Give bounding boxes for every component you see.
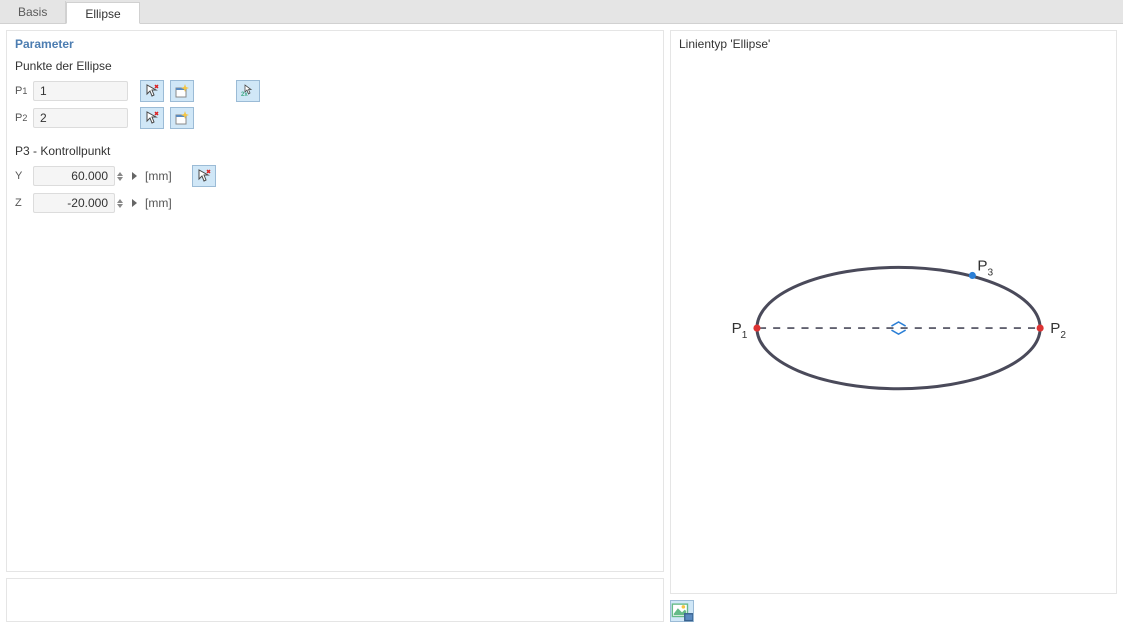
p2-input[interactable]: 2 bbox=[33, 108, 128, 128]
z-menu-icon[interactable] bbox=[129, 194, 139, 212]
svg-text:3: 3 bbox=[988, 267, 994, 278]
parameter-panel: Parameter Punkte der Ellipse P1 1 2x bbox=[6, 30, 664, 572]
image-tool-icon[interactable] bbox=[670, 600, 694, 622]
z-label: Z bbox=[15, 197, 33, 209]
ellipse-preview: P1 P2 P3 bbox=[671, 55, 1116, 601]
z-spinner[interactable] bbox=[117, 194, 127, 212]
control-header: P3 - Kontrollpunkt bbox=[15, 144, 655, 158]
new-point-icon[interactable] bbox=[170, 80, 194, 102]
points-header: Punkte der Ellipse bbox=[15, 59, 655, 73]
right-column: Linientyp 'Ellipse' P1 P2 P3 bbox=[670, 30, 1117, 622]
y-unit: [mm] bbox=[145, 169, 172, 183]
new-point-icon[interactable] bbox=[170, 107, 194, 129]
svg-text:2x: 2x bbox=[241, 92, 248, 98]
pick-point-icon[interactable] bbox=[140, 80, 164, 102]
svg-text:P: P bbox=[732, 320, 742, 337]
svg-text:P: P bbox=[1050, 320, 1060, 337]
p2-label: P2 bbox=[15, 112, 33, 124]
preview-panel: Linientyp 'Ellipse' P1 P2 P3 bbox=[670, 30, 1117, 594]
p1-label: P1 bbox=[15, 85, 33, 97]
y-spinner[interactable] bbox=[117, 167, 127, 185]
p1-row: P1 1 2x bbox=[15, 79, 655, 103]
z-input[interactable]: -20.000 bbox=[33, 193, 115, 213]
tab-bar: Basis Ellipse bbox=[0, 0, 1123, 24]
p1-input[interactable]: 1 bbox=[33, 81, 128, 101]
preview-title: Linientyp 'Ellipse' bbox=[679, 37, 1108, 51]
svg-text:P: P bbox=[977, 257, 987, 274]
z-unit: [mm] bbox=[145, 196, 172, 210]
lower-empty-panel bbox=[6, 578, 664, 622]
y-input[interactable]: 60.000 bbox=[33, 166, 115, 186]
duplicate-pick-icon[interactable]: 2x bbox=[236, 80, 260, 102]
p2-row: P2 2 bbox=[15, 106, 655, 130]
z-row: Z -20.000 [mm] bbox=[15, 191, 655, 215]
tab-basis[interactable]: Basis bbox=[0, 1, 66, 23]
tab-ellipse[interactable]: Ellipse bbox=[66, 2, 139, 24]
svg-text:1: 1 bbox=[742, 330, 748, 341]
pick-point-icon[interactable] bbox=[140, 107, 164, 129]
y-row: Y 60.000 [mm] bbox=[15, 164, 655, 188]
y-label: Y bbox=[15, 170, 33, 182]
pick-point-icon[interactable] bbox=[192, 165, 216, 187]
left-column: Parameter Punkte der Ellipse P1 1 2x bbox=[6, 30, 664, 622]
parameter-title: Parameter bbox=[15, 37, 655, 51]
svg-text:2: 2 bbox=[1060, 330, 1066, 341]
y-menu-icon[interactable] bbox=[129, 167, 139, 185]
content: Parameter Punkte der Ellipse P1 1 2x bbox=[0, 24, 1123, 628]
